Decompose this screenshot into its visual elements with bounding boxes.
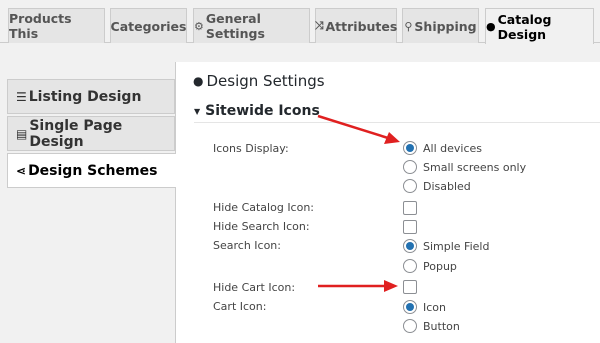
sidebar-item-label: Design Schemes [28, 162, 158, 179]
arrow-to-hide-cart-checkbox [318, 280, 398, 292]
share-icon: ⋖ [16, 163, 27, 178]
arrow-to-all-devices [317, 114, 400, 144]
sidebar-item-design-schemes[interactable]: ⋖ Design Schemes [7, 153, 176, 188]
